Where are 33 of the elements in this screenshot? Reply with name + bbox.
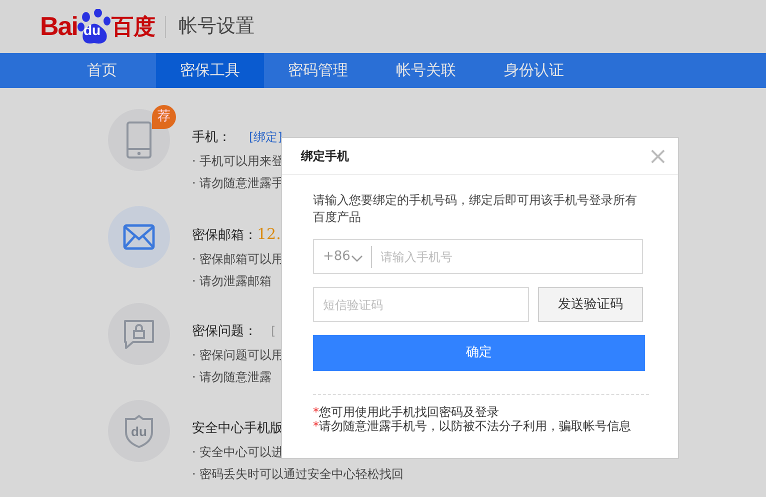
chevron-down-icon	[351, 254, 363, 262]
send-code-button[interactable]: 发送验证码	[538, 287, 643, 322]
item-value: 12.	[257, 225, 281, 243]
confirm-button[interactable]: 确定	[313, 335, 645, 371]
item-title: 密保问题：	[192, 323, 257, 341]
envelope-icon	[123, 224, 155, 250]
phone-icon	[126, 121, 152, 159]
item-title: 手机：	[192, 129, 231, 147]
item-note: · 密码丢失时可以通过安全中心轻松找回	[192, 466, 404, 482]
nav-tab[interactable]: 身份认证	[480, 53, 588, 88]
item-note: · 请勿泄露邮箱	[192, 272, 272, 290]
item-link[interactable]: [	[271, 322, 276, 340]
logo-text: 百度	[111, 14, 156, 42]
country-code[interactable]: +86	[323, 246, 350, 266]
nav-tab[interactable]: 密码管理	[264, 53, 372, 88]
modal-title: 绑定手机	[301, 148, 349, 165]
phone-field[interactable]: +86 请输入手机号	[313, 239, 643, 274]
paw-logo: du	[77, 8, 112, 44]
nav-tab[interactable]: 密保工具	[156, 53, 264, 88]
warning-note: *您可用使用此手机找回密码及登录	[313, 405, 500, 419]
warning-note: *请勿随意泄露手机号，以防被不法分子利用，骗取帐号信息	[313, 419, 632, 433]
item-title: 安全中心手机版	[192, 420, 283, 438]
intro-text: 请输入您要绑定的手机号码，绑定后即可用该手机号登录所有百度产品	[313, 192, 638, 226]
page-title: 帐号设置	[178, 14, 254, 40]
logo-text: Bai	[40, 11, 78, 42]
icon-label: du	[131, 424, 147, 439]
item-title: 密保邮箱：	[192, 227, 257, 245]
recommend-badge: 荐	[152, 105, 176, 129]
nav-tab[interactable]: 首页	[48, 53, 156, 88]
chat-lock-icon	[123, 319, 155, 349]
nav-tab[interactable]: 帐号关联	[372, 53, 480, 88]
code-field[interactable]: 短信验证码	[313, 287, 529, 322]
item-note: · 请勿随意泄露	[192, 368, 272, 386]
